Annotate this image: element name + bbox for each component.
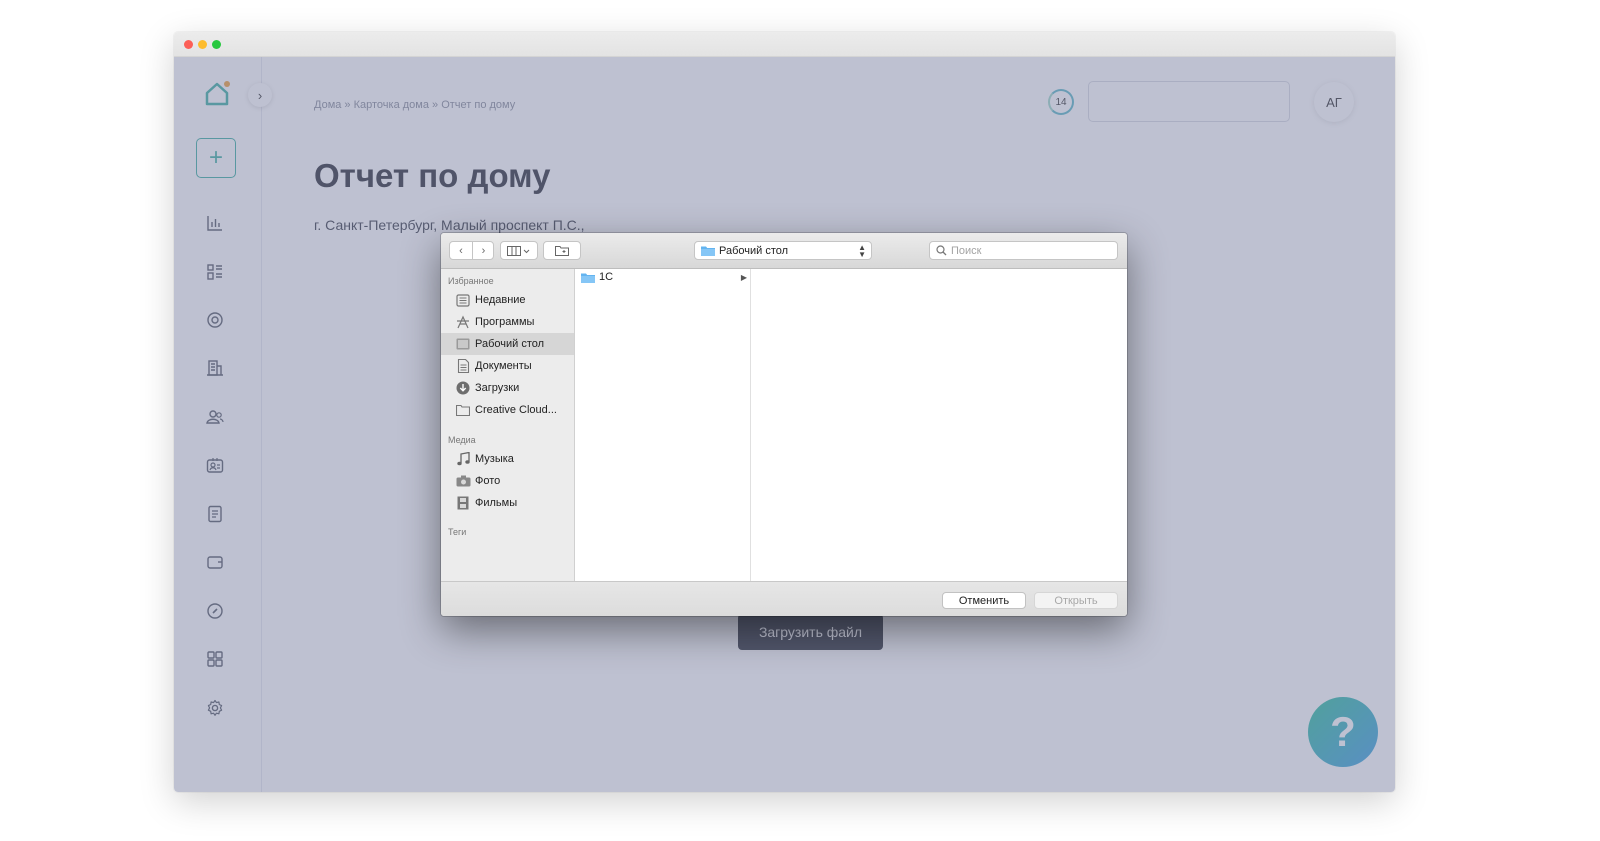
sidebar-item-movies[interactable]: Фильмы — [441, 492, 574, 514]
dialog-toolbar: ‹ › Рабочий стол ▲ ▼ Поиск — [441, 233, 1127, 269]
file-open-dialog: ‹ › Рабочий стол ▲ ▼ Поиск Избранное Нед… — [441, 233, 1127, 616]
search-placeholder: Поиск — [951, 244, 982, 257]
sidebar-item-label: Фильмы — [475, 497, 518, 509]
cancel-button[interactable]: Отменить — [942, 592, 1026, 609]
media-header: Медиа — [448, 435, 476, 445]
download-icon — [455, 380, 471, 396]
sidebar-item-creative-cloud[interactable]: Creative Cloud... — [441, 399, 574, 421]
sidebar-item-downloads[interactable]: Загрузки — [441, 377, 574, 399]
applications-icon — [455, 314, 471, 330]
sidebar-item-photos[interactable]: Фото — [441, 470, 574, 492]
folder-icon — [455, 402, 471, 418]
search-icon — [936, 245, 947, 256]
new-folder-icon — [555, 246, 569, 256]
updown-chevron-icon: ▲ ▼ — [858, 242, 866, 259]
camera-icon — [455, 473, 471, 489]
film-icon — [455, 495, 471, 511]
sidebar-item-label: Загрузки — [475, 382, 520, 394]
nav-buttons: ‹ › — [449, 241, 494, 260]
open-button[interactable]: Открыть — [1034, 592, 1118, 609]
dialog-search-input[interactable]: Поиск — [929, 241, 1118, 260]
folder-icon — [581, 273, 595, 283]
favorites-header: Избранное — [448, 276, 494, 286]
sidebar-item-applications[interactable]: Программы — [441, 311, 574, 333]
sidebar-item-desktop[interactable]: Рабочий стол — [441, 333, 574, 355]
location-label: Рабочий стол — [719, 244, 789, 257]
file-column: 1С ▶ — [575, 269, 751, 581]
dialog-footer: Отменить Открыть — [441, 581, 1127, 616]
documents-icon — [455, 358, 471, 374]
window-titlebar — [174, 32, 1395, 57]
recent-icon — [455, 292, 471, 308]
columns-view-icon — [507, 245, 530, 256]
view-mode-button[interactable] — [500, 241, 538, 260]
sidebar-item-recent[interactable]: Недавние — [441, 289, 574, 311]
new-folder-button[interactable] — [543, 241, 581, 260]
sidebar-item-documents[interactable]: Документы — [441, 355, 574, 377]
sidebar-item-label: Документы — [475, 360, 532, 372]
tags-header: Теги — [448, 527, 467, 537]
sidebar-item-label: Фото — [475, 475, 501, 487]
sidebar-item-label: Creative Cloud... — [475, 404, 557, 416]
minimize-window-button[interactable] — [198, 40, 207, 49]
folder-icon — [701, 246, 715, 256]
dialog-sidebar: Избранное Недавние Программы Рабочий сто… — [441, 269, 575, 581]
forward-icon[interactable]: › — [473, 245, 494, 257]
maximize-window-button[interactable] — [212, 40, 221, 49]
file-name: 1С — [599, 271, 614, 283]
sidebar-item-music[interactable]: Музыка — [441, 448, 574, 470]
sidebar-item-label: Программы — [475, 316, 535, 328]
sidebar-item-label: Рабочий стол — [475, 338, 545, 350]
close-window-button[interactable] — [184, 40, 193, 49]
file-row[interactable]: 1С ▶ — [575, 269, 750, 285]
back-icon[interactable]: ‹ — [450, 245, 472, 257]
disclosure-arrow-icon: ▶ — [740, 272, 747, 282]
sidebar-item-label: Музыка — [475, 453, 514, 465]
desktop-icon — [455, 336, 471, 352]
sidebar-item-label: Недавние — [475, 294, 526, 306]
music-icon — [455, 451, 471, 467]
location-select[interactable]: Рабочий стол ▲ ▼ — [694, 241, 872, 260]
preview-column — [751, 269, 1127, 581]
